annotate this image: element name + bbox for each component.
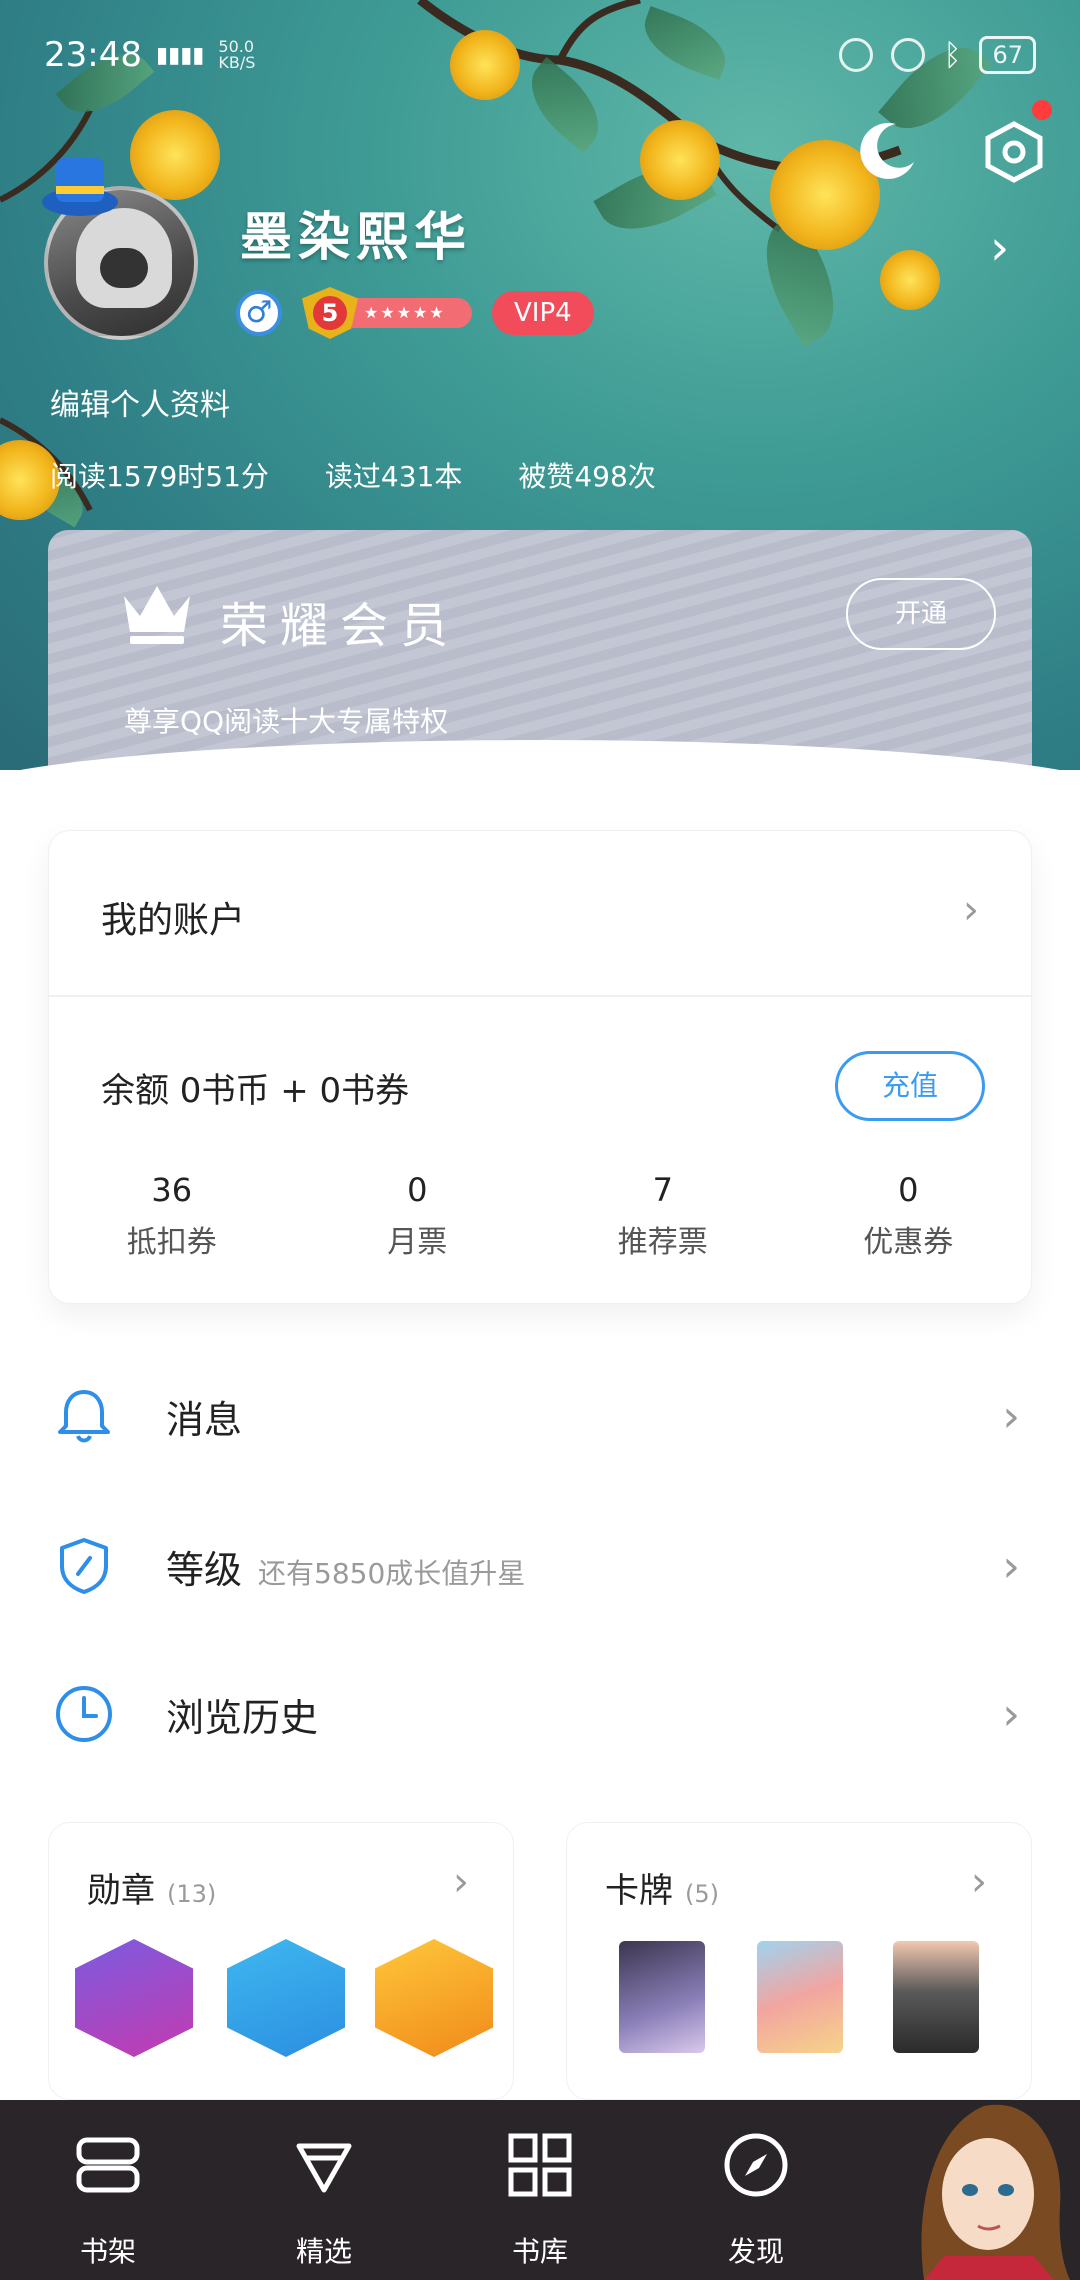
medal-badge-icon[interactable] (227, 1939, 345, 2057)
lock-icon (839, 38, 874, 72)
stat-books-read[interactable]: 读过431本 (325, 455, 462, 495)
flower (880, 250, 940, 310)
account-title[interactable]: 我的账户 (101, 891, 245, 943)
medal-badge-icon[interactable] (75, 1939, 193, 2057)
mascot-avatar[interactable] (884, 2086, 1080, 2280)
compass-icon (724, 2133, 788, 2197)
menu-item-messages[interactable]: 消息 › (0, 1356, 1080, 1476)
gender-male-icon: ♂ (236, 290, 282, 336)
account-card: 我的账户 › 余额 0书币 + 0书券 充值 36 抵扣券 0 月票 7 推荐票… (48, 830, 1032, 1304)
medals-card[interactable]: 勋章 (13) › (48, 1822, 514, 2100)
bell-icon (58, 1390, 110, 1443)
header-banner: 23:48 ▮▮▮▮ 50.0 KB/S ᛒ 67 › 墨染熙华 ♂ 5 ★★★… (0, 0, 1080, 770)
vip-membership-card[interactable]: 荣耀会员 开通 尊享QQ阅读十大专属特权 (48, 530, 1032, 770)
cards-card[interactable]: 卡牌 (5) › (566, 1822, 1032, 2100)
nav-library[interactable]: 书库 (480, 2130, 600, 2270)
wallet-item-discount[interactable]: 0 优惠券 (786, 1171, 1032, 1261)
balance-text: 余额 0书币 + 0书券 (101, 1071, 410, 1111)
menu-label-level: 等级 还有5850成长值升星 (166, 1547, 526, 1592)
medals-title: 勋章 (13) (87, 1871, 217, 1911)
open-vip-button[interactable]: 开通 (846, 578, 996, 650)
menu-item-history[interactable]: 浏览历史 › (0, 1654, 1080, 1774)
settings-icon[interactable] (984, 120, 1044, 184)
nav-featured[interactable]: 精选 (264, 2130, 384, 2270)
status-time: 23:48 (44, 35, 142, 75)
vip-subtitle: 尊享QQ阅读十大专属特权 (124, 705, 449, 738)
grid-icon (508, 2133, 572, 2197)
profile-page: 23:48 ▮▮▮▮ 50.0 KB/S ᛒ 67 › 墨染熙华 ♂ 5 ★★★… (0, 0, 1080, 2280)
user-badges: ♂ 5 ★★★★★ VIP4 (236, 287, 594, 339)
crown-icon (124, 586, 190, 644)
vip-badge[interactable]: VIP4 (492, 291, 594, 335)
bluetooth-icon: ᛒ (943, 37, 962, 73)
level-number: 5 (313, 296, 347, 330)
clock-icon (56, 1686, 112, 1742)
cards-title: 卡牌 (5) (605, 1871, 719, 1911)
status-bar: 23:48 ▮▮▮▮ 50.0 KB/S ᛒ 67 (44, 30, 1036, 80)
hat-decoration-icon (42, 158, 118, 216)
nav-discover[interactable]: 发现 (696, 2130, 816, 2270)
alarm-icon (891, 38, 926, 72)
level-badge[interactable]: 5 ★★★★★ (302, 287, 472, 339)
menu-item-level[interactable]: 等级 还有5850成长值升星 › (0, 1506, 1080, 1626)
notification-dot (1032, 100, 1052, 120)
battery-indicator: 67 (979, 36, 1036, 74)
signal-icon: ▮▮▮▮ (155, 42, 205, 68)
reading-stats: 阅读1579时51分 读过431本 被赞498次 (50, 455, 656, 495)
edit-profile-link[interactable]: 编辑个人资料 (50, 380, 230, 424)
chevron-right-icon: › (1002, 1390, 1020, 1442)
diamond-icon (296, 2143, 352, 2193)
wallet-item-recommend-ticket[interactable]: 7 推荐票 (540, 1171, 786, 1261)
level-hint: 还有5850成长值升星 (258, 1556, 526, 1590)
wallet-item-coupon[interactable]: 36 抵扣券 (49, 1171, 295, 1261)
chevron-right-icon[interactable]: › (963, 887, 979, 933)
recharge-button[interactable]: 充值 (835, 1051, 985, 1121)
flower (130, 110, 220, 200)
vip-title: 荣耀会员 (220, 598, 461, 654)
wallet-item-monthly-ticket[interactable]: 0 月票 (295, 1171, 541, 1261)
network-speed: 50.0 KB/S (218, 37, 256, 72)
chevron-right-icon: › (971, 1859, 987, 1905)
nav-bookshelf[interactable]: 书架 (48, 2130, 168, 2270)
stat-likes[interactable]: 被赞498次 (518, 455, 655, 495)
card-thumbnail[interactable] (757, 1941, 843, 2053)
card-thumbnail[interactable] (893, 1941, 979, 2053)
stat-read-time[interactable]: 阅读1579时51分 (50, 455, 269, 495)
menu-label-history: 浏览历史 (166, 1695, 319, 1740)
chevron-right-icon: › (453, 1859, 469, 1905)
shield-icon (60, 1538, 108, 1594)
card-thumbnail[interactable] (619, 1941, 705, 2053)
level-stars: ★★★★★ (352, 298, 472, 328)
night-mode-icon[interactable] (856, 118, 920, 182)
menu-label-messages: 消息 (166, 1397, 243, 1442)
flower (640, 120, 720, 200)
chevron-right-icon: › (1002, 1540, 1020, 1592)
bookshelf-icon (76, 2137, 140, 2193)
profile-chevron-icon[interactable]: › (990, 220, 1009, 276)
divider (49, 995, 1031, 997)
username[interactable]: 墨染熙华 (240, 195, 472, 270)
wallet-row: 36 抵扣券 0 月票 7 推荐票 0 优惠券 (49, 1171, 1031, 1261)
medal-badge-icon[interactable] (375, 1939, 493, 2057)
chevron-right-icon: › (1002, 1688, 1020, 1740)
